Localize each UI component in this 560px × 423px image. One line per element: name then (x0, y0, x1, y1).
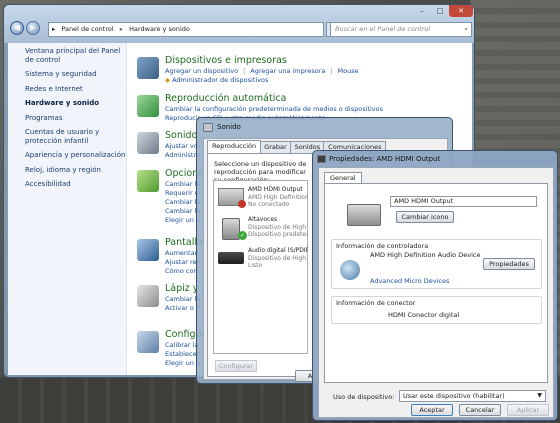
controller-info-group: Información de controladora AMD High Def… (331, 239, 542, 289)
configure-button[interactable]: Configurar (215, 360, 257, 372)
usage-value: Usar este dispositivo (habilitar) (403, 392, 505, 400)
manage-audio-link[interactable]: Administra (165, 151, 200, 159)
sidebar-item-home[interactable]: Ventana principal del Panel de control (25, 47, 126, 64)
speaker-icon (203, 123, 213, 132)
tablet-icon (137, 331, 159, 353)
pen-link[interactable]: Cambiar la (165, 295, 200, 303)
default-check-icon: ✓ (238, 231, 247, 240)
breadcrumb-panel-de-control[interactable]: Panel de control (61, 25, 113, 33)
tablet-link[interactable]: Elegir un p (165, 359, 200, 367)
power-link[interactable]: Cambiar la (165, 198, 200, 206)
tab-playback[interactable]: Reproducción (207, 140, 262, 153)
power-link[interactable]: Elegir un p (165, 216, 200, 224)
properties-dialog-body: General AMD HDMI Output Cambiar icono In… (318, 167, 554, 418)
sidebar-item-hardware[interactable]: Hardware y sonido (25, 99, 126, 108)
change-icon-button[interactable]: Cambiar icono (396, 211, 454, 223)
link-separator: | (243, 67, 246, 75)
link-separator: | (330, 67, 333, 75)
mouse-link[interactable]: Mouse (338, 67, 359, 75)
power-icon (137, 170, 159, 192)
device-driver: Dispositivo de High (248, 223, 307, 231)
add-device-link[interactable]: Agregar un dispositivo (165, 67, 238, 75)
sidebar-item-programs[interactable]: Programas (25, 114, 126, 123)
category-title[interactable]: Dispositivos e impresoras (165, 55, 287, 66)
power-link[interactable]: Cambiar la (165, 180, 200, 188)
disconnected-icon (238, 200, 246, 208)
forward-arrow-icon[interactable]: ▶ (26, 21, 40, 35)
audio-device-icon (340, 260, 360, 280)
chevron-down-icon: ▼ (537, 392, 542, 399)
cancel-button[interactable]: Cancelar (459, 404, 501, 416)
category-title[interactable]: Reproducción automática (165, 93, 286, 104)
usage-select[interactable]: Usar este dispositivo (habilitar) ▼ (399, 390, 546, 402)
display-icon (137, 239, 159, 261)
address-bar[interactable]: ▸ Panel de control ▸ Hardware y sonido (48, 22, 324, 37)
category-title[interactable]: Sonido (165, 130, 197, 141)
device-status: Listo (248, 262, 263, 269)
search-icon[interactable]: ⌕ (464, 23, 468, 36)
device-list[interactable]: AMD HDMI Output AMD High Definition No c… (213, 180, 308, 354)
shield-icon: ◆ (165, 76, 170, 84)
device-driver: Dispositivo de High (248, 254, 307, 262)
tab-recording[interactable]: Grabar (259, 141, 292, 153)
maximize-button[interactable]: □ (431, 5, 449, 17)
breadcrumb-hardware-y-sonido[interactable]: Hardware y sonido (129, 25, 190, 33)
adjust-volume-link[interactable]: Ajustar vol (165, 142, 200, 150)
device-name: Audio digital (S/PDIF) (248, 247, 308, 254)
monitor-icon (317, 155, 326, 163)
sidebar-item-accessibility[interactable]: Accesibilidad (25, 180, 126, 189)
sidebar-item-security[interactable]: Sistema y seguridad (25, 70, 126, 79)
properties-button[interactable]: Propiedades (483, 258, 535, 270)
connector-info-group: Información de conector HDMI Conector di… (331, 296, 542, 324)
sidebar-item-network[interactable]: Redes e Internet (25, 85, 126, 94)
display-link[interactable]: Ajustar res (165, 258, 200, 266)
control-panel-toolbar: ◀ ▶ ▸ Panel de control ▸ Hardware y soni… (4, 5, 474, 43)
device-name: AMD HDMI Output (248, 186, 303, 193)
controller-name: AMD High Definition Audio Device (370, 251, 481, 259)
digital-audio-icon (218, 252, 244, 264)
speaker-icon (137, 132, 159, 154)
add-printer-link[interactable]: Agregar una impresora (250, 67, 325, 75)
manufacturer-link[interactable]: Advanced Micro Devices (370, 277, 449, 285)
power-link[interactable]: Requerir u (165, 189, 199, 197)
sidebar-item-clock[interactable]: Reloj, idioma y región (25, 166, 126, 175)
display-link[interactable]: Aumentar (165, 249, 197, 257)
tablet-link[interactable]: Calibrar la (165, 341, 198, 349)
dialog-title: Sonido (217, 123, 241, 131)
device-name-field[interactable]: AMD HDMI Output (390, 196, 537, 207)
power-link[interactable]: Cambiar la (165, 207, 200, 215)
search-placeholder: Buscar en el Panel de control (335, 25, 431, 33)
address-root-icon: ▸ (52, 25, 56, 33)
pen-link[interactable]: Activar o d (165, 304, 200, 312)
sidebar-item-users[interactable]: Cuentas de usuario y protección infantil (25, 128, 126, 145)
accept-button[interactable]: Aceptar (411, 404, 453, 416)
device-driver: AMD High Definition (248, 193, 308, 201)
search-input[interactable]: Buscar en el Panel de control ⌕ (330, 22, 472, 37)
pen-icon (137, 285, 159, 307)
autoplay-icon (137, 95, 159, 117)
monitor-icon (347, 204, 381, 226)
back-arrow-icon[interactable]: ◀ (10, 21, 24, 35)
general-panel: AMD HDMI Output Cambiar icono Informació… (324, 183, 548, 383)
close-button[interactable]: ✕ (449, 5, 473, 17)
sidebar-item-appearance[interactable]: Apariencia y personalización (25, 151, 126, 160)
device-manager-link[interactable]: Administrador de dispositivos (172, 76, 268, 84)
printer-icon (137, 57, 159, 79)
autoplay-defaults-link[interactable]: Cambiar la configuración predeterminada … (165, 105, 383, 113)
device-status: Dispositivo predeter (248, 231, 308, 238)
group-title: Información de conector (336, 299, 416, 307)
apply-button[interactable]: Aplicar (507, 404, 549, 416)
usage-label: Uso de dispositivo: (333, 393, 395, 401)
device-status: No conectado (248, 201, 290, 208)
connector-name: HDMI Conector digital (388, 311, 460, 319)
properties-dialog: Propiedades: AMD HDMI Output General AMD… (312, 150, 558, 421)
tablet-link[interactable]: Establecer (165, 350, 199, 358)
group-title: Información de controladora (336, 242, 429, 250)
breadcrumb-separator: ▸ (119, 25, 124, 33)
sidebar: Ventana principal del Panel de control S… (8, 43, 127, 375)
minimize-button[interactable]: – (413, 5, 431, 17)
device-name: Altavoces (248, 216, 278, 223)
display-link[interactable]: Cómo corr (165, 267, 199, 275)
dialog-title: Propiedades: AMD HDMI Output (329, 155, 441, 163)
